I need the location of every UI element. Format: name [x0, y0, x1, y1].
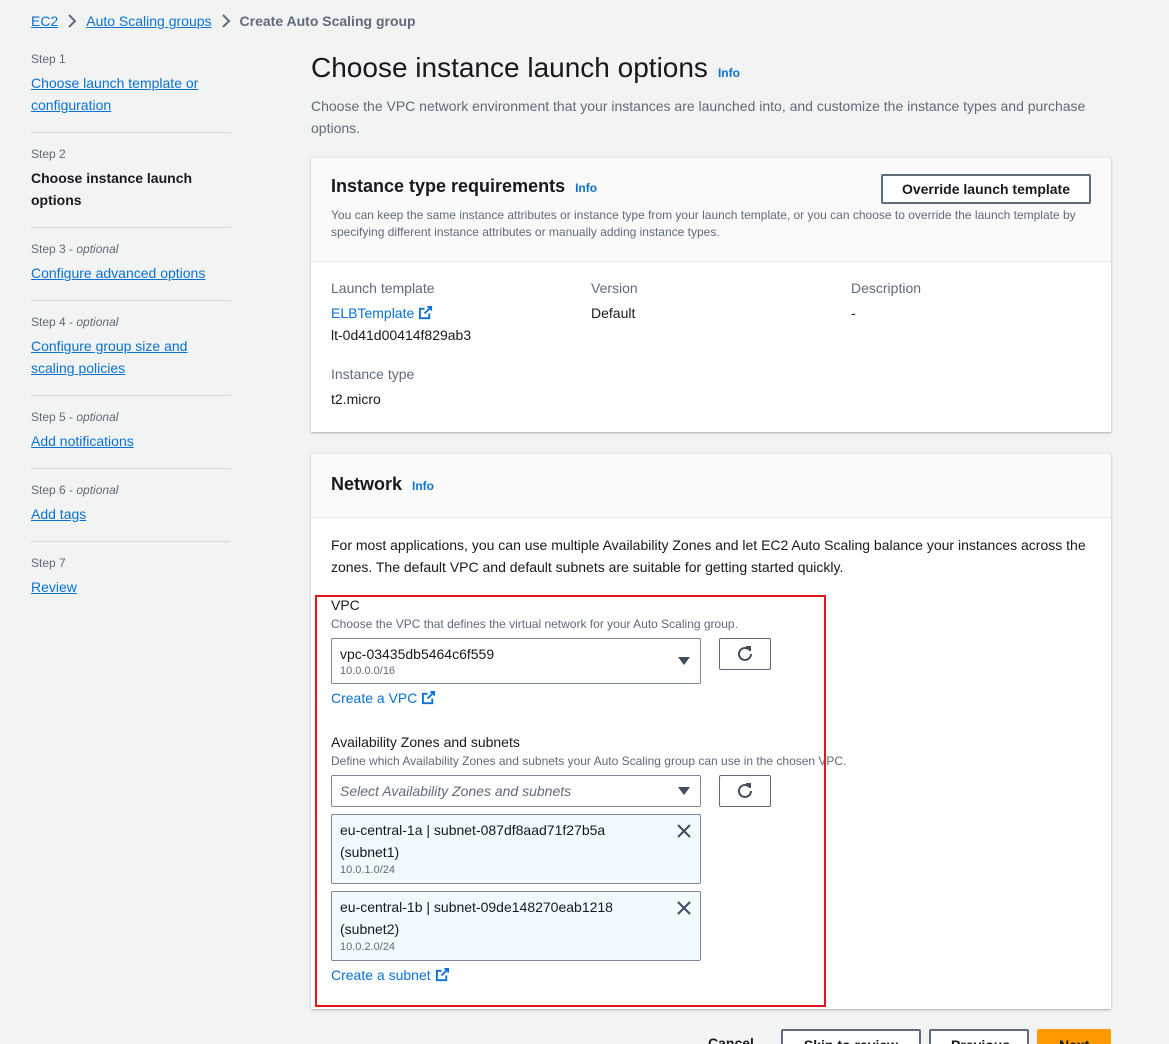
- vpc-select[interactable]: vpc-03435db5464c6f559 10.0.0.0/16: [331, 638, 701, 684]
- step-link-choose-launch-template[interactable]: Choose launch template or configuration: [31, 72, 231, 116]
- subnet-token: eu-central-1a | subnet-087df8aad71f27b5a…: [331, 814, 701, 884]
- description-kv: Description -: [851, 280, 1111, 346]
- close-icon[interactable]: [677, 824, 691, 838]
- kv-label: Description: [851, 280, 922, 296]
- kv-value: t2.micro: [331, 391, 381, 407]
- caret-down-icon: [678, 657, 690, 665]
- kv-label: Instance type: [331, 366, 415, 382]
- az-subnets-field: Availability Zones and subnets Define wh…: [331, 734, 1091, 985]
- step-link-add-tags[interactable]: Add tags: [31, 503, 231, 525]
- panel-title-text: Instance type requirements: [331, 176, 566, 196]
- az-label: Availability Zones and subnets: [331, 734, 520, 750]
- create-vpc-row: Create a VPC: [331, 690, 1091, 708]
- kv-value: Default: [591, 305, 636, 321]
- network-info-link[interactable]: Info: [412, 479, 434, 493]
- launch-template-details: Launch template ELBTemplate lt-0d41d0041…: [311, 262, 1111, 346]
- refresh-icon: [738, 783, 752, 798]
- vpc-label: VPC: [331, 597, 360, 613]
- kv-value: -: [851, 305, 856, 321]
- step-link-group-size-scaling[interactable]: Configure group size and scaling policie…: [31, 335, 231, 379]
- network-intro: For most applications, you can use multi…: [331, 537, 1086, 575]
- cancel-button[interactable]: Cancel: [708, 1035, 754, 1044]
- breadcrumb-auto-scaling-groups[interactable]: Auto Scaling groups: [86, 13, 211, 29]
- kv-label: Version: [591, 280, 638, 296]
- step-current-instance-launch-options: Choose instance launch options: [31, 170, 193, 208]
- kv-label: Launch template: [331, 280, 435, 296]
- panel-title: Network Info: [331, 474, 1091, 495]
- step-link-review[interactable]: Review: [31, 576, 231, 598]
- previous-button[interactable]: Previous: [929, 1029, 1029, 1044]
- page-description: Choose the VPC network environment that …: [311, 98, 1086, 136]
- page-title-text: Choose instance launch options: [311, 52, 708, 83]
- page-header: Choose instance launch options Info Choo…: [311, 52, 1111, 139]
- subnet-token: eu-central-1b | subnet-09de148270eab1218…: [331, 891, 701, 961]
- step-number: Step 1: [31, 52, 66, 66]
- panel-header: Instance type requirements Info Override…: [311, 158, 1111, 262]
- step-link-add-notifications[interactable]: Add notifications: [31, 430, 231, 452]
- kv-value: ELBTemplate: [331, 302, 591, 324]
- step-1: Step 1 Choose launch template or configu…: [31, 52, 231, 133]
- az-multiselect[interactable]: Select Availability Zones and subnets: [331, 775, 701, 807]
- step-number: Step 4 - optional: [31, 315, 119, 329]
- subnet-token-cidr: 10.0.2.0/24: [340, 941, 396, 953]
- panel-header: Network Info: [311, 454, 1111, 518]
- create-subnet-link[interactable]: Create a subnet: [331, 967, 450, 983]
- subnet-token-cidr: 10.0.1.0/24: [340, 864, 396, 876]
- step-4: Step 4 - optional Configure group size a…: [31, 315, 231, 396]
- subnet-token-label: eu-central-1a | subnet-087df8aad71f27b5a…: [340, 822, 606, 860]
- network-panel: Network Info For most applications, you …: [311, 453, 1111, 1009]
- chevron-right-icon: [68, 14, 77, 28]
- step-number: Step 7: [31, 556, 66, 570]
- page-info-link[interactable]: Info: [718, 66, 740, 80]
- az-description: Define which Availability Zones and subn…: [331, 754, 847, 768]
- version-kv: Version Default: [591, 280, 851, 346]
- breadcrumb-current: Create Auto Scaling group: [239, 13, 416, 29]
- breadcrumb: EC2 Auto Scaling groups Create Auto Scal…: [31, 13, 416, 29]
- skip-to-review-button[interactable]: Skip to review: [781, 1029, 921, 1044]
- close-icon[interactable]: [677, 901, 691, 915]
- next-button[interactable]: Next: [1037, 1029, 1111, 1044]
- external-link-icon: [419, 305, 433, 320]
- refresh-icon: [738, 646, 752, 661]
- step-3: Step 3 - optional Configure advanced opt…: [31, 242, 231, 301]
- step-2: Step 2 Choose instance launch options: [31, 147, 231, 228]
- az-refresh-button[interactable]: [719, 775, 771, 807]
- vpc-selected-value: vpc-03435db5464c6f559: [340, 646, 495, 662]
- instance-type-kv: Instance type t2.micro: [311, 346, 1111, 410]
- vpc-select-row: vpc-03435db5464c6f559 10.0.0.0/16: [331, 638, 1091, 684]
- subnet-token-label: eu-central-1b | subnet-09de148270eab1218…: [340, 899, 613, 937]
- launch-template-id: lt-0d41d00414f829ab3: [331, 327, 472, 343]
- wizard-steps: Step 1 Choose launch template or configu…: [31, 52, 231, 628]
- step-number: Step 5 - optional: [31, 410, 119, 424]
- vpc-field: VPC Choose the VPC that defines the virt…: [331, 597, 1091, 708]
- caret-down-icon: [678, 787, 690, 795]
- external-link-icon: [435, 967, 449, 982]
- network-body: For most applications, you can use multi…: [311, 518, 1111, 1001]
- az-select-row: Select Availability Zones and subnets: [331, 775, 1091, 807]
- create-vpc-link[interactable]: Create a VPC: [331, 690, 436, 706]
- az-placeholder: Select Availability Zones and subnets: [340, 783, 572, 799]
- vpc-description: Choose the VPC that defines the virtual …: [331, 617, 738, 631]
- step-number: Step 3 - optional: [31, 242, 119, 256]
- step-7: Step 7 Review: [31, 556, 231, 614]
- launch-template-kv: Launch template ELBTemplate lt-0d41d0041…: [331, 280, 591, 346]
- launch-template-link[interactable]: ELBTemplate: [331, 305, 433, 321]
- step-link-configure-advanced[interactable]: Configure advanced options: [31, 262, 231, 284]
- instance-req-info-link[interactable]: Info: [575, 181, 597, 195]
- panel-title-text: Network: [331, 474, 403, 494]
- panel-description: You can keep the same instance attribute…: [331, 208, 1076, 239]
- external-link-icon: [422, 690, 436, 705]
- chevron-right-icon: [221, 14, 230, 28]
- create-subnet-row: Create a subnet: [331, 967, 1091, 985]
- breadcrumb-ec2[interactable]: EC2: [31, 13, 58, 29]
- vpc-refresh-button[interactable]: [719, 638, 771, 670]
- step-6: Step 6 - optional Add tags: [31, 483, 231, 542]
- step-number: Step 6 - optional: [31, 483, 119, 497]
- step-number: Step 2: [31, 147, 66, 161]
- instance-type-requirements-panel: Instance type requirements Info Override…: [311, 157, 1111, 432]
- step-5: Step 5 - optional Add notifications: [31, 410, 231, 469]
- page-title: Choose instance launch options Info: [311, 52, 1111, 84]
- vpc-cidr: 10.0.0.0/16: [340, 665, 396, 677]
- override-launch-template-button[interactable]: Override launch template: [880, 174, 1091, 204]
